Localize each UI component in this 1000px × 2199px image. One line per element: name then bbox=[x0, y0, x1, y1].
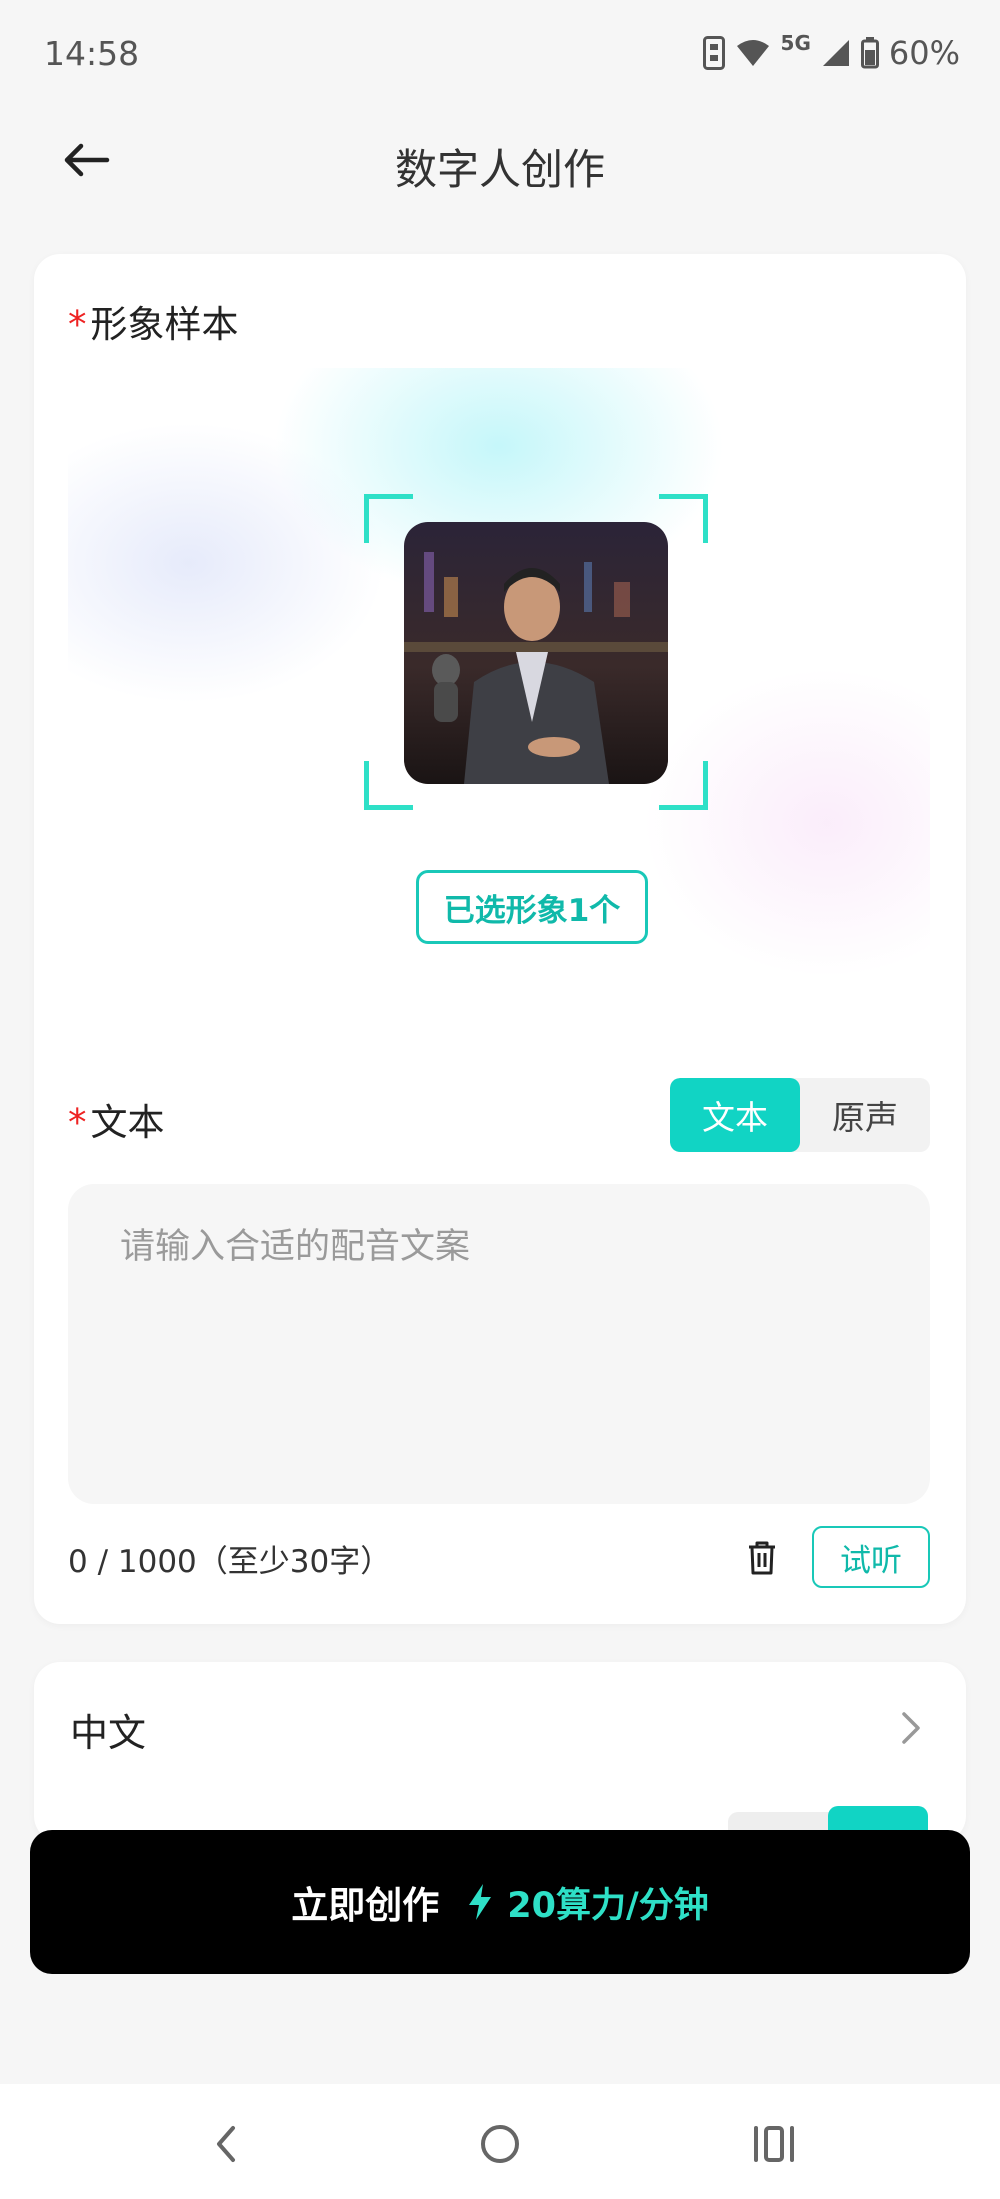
text-section-label: * 文本 bbox=[68, 1092, 165, 1146]
sample-label-text: 形象样本 bbox=[90, 303, 239, 346]
clear-text-button[interactable] bbox=[734, 1530, 790, 1586]
text-mode-tabs: 文本 原声 bbox=[670, 1078, 930, 1152]
avatar-image[interactable] bbox=[404, 522, 668, 784]
nav-home-button[interactable] bbox=[470, 2114, 530, 2174]
network-type: 5G bbox=[780, 31, 811, 55]
language-card[interactable]: 中文 bbox=[34, 1662, 966, 1842]
tab-original-voice[interactable]: 原声 bbox=[800, 1078, 930, 1152]
recents-icon bbox=[754, 2126, 794, 2162]
page-title: 数字人创作 bbox=[394, 145, 605, 194]
nav-recents-button[interactable] bbox=[744, 2114, 804, 2174]
lightning-icon bbox=[469, 1884, 492, 1920]
trash-icon bbox=[749, 1541, 775, 1575]
required-mark: * bbox=[68, 1101, 87, 1144]
selected-avatar-button[interactable]: 已选形象1个 bbox=[416, 870, 648, 944]
sample-section-label: * 形象样本 bbox=[68, 294, 239, 348]
chevron-left-icon bbox=[217, 2126, 235, 2162]
required-mark: * bbox=[68, 303, 87, 346]
creation-card: * 形象样本 已选形象1个 * 文本 文本 原声 请输入合适的配音文案 0 / … bbox=[34, 254, 966, 1624]
home-circle-icon bbox=[481, 2125, 519, 2163]
listen-button[interactable]: 试听 bbox=[812, 1526, 930, 1588]
status-time: 14:58 bbox=[44, 34, 140, 73]
tab-text[interactable]: 文本 bbox=[670, 1078, 800, 1152]
create-cost-text: 20算力/分钟 bbox=[507, 1885, 709, 1926]
header: 数字人创作 bbox=[0, 110, 1000, 220]
battery-percent: 60% bbox=[888, 34, 960, 72]
create-cost: 20算力/分钟 bbox=[467, 1877, 709, 1928]
sim-icon bbox=[702, 36, 725, 70]
text-label-text: 文本 bbox=[90, 1101, 165, 1144]
script-input[interactable] bbox=[68, 1184, 930, 1504]
system-nav-bar bbox=[0, 2084, 1000, 2199]
signal-icon bbox=[822, 40, 849, 66]
status-icons: 5G 60% bbox=[702, 31, 960, 72]
sample-area: 已选形象1个 bbox=[68, 368, 930, 1018]
char-count: 0 / 1000（至少30字） bbox=[68, 1544, 392, 1580]
wifi-icon bbox=[736, 40, 769, 66]
create-label: 立即创作 bbox=[291, 1884, 440, 1927]
chevron-right-icon bbox=[902, 1712, 920, 1744]
avatar-frame[interactable] bbox=[364, 494, 708, 810]
nav-back-button[interactable] bbox=[196, 2114, 256, 2174]
battery-icon bbox=[860, 37, 879, 69]
status-bar: 14:58 5G 60% bbox=[0, 0, 1000, 110]
frame-corner bbox=[659, 494, 708, 543]
language-label: 中文 bbox=[70, 1711, 147, 1755]
create-button[interactable]: 立即创作 20算力/分钟 bbox=[30, 1830, 970, 1974]
